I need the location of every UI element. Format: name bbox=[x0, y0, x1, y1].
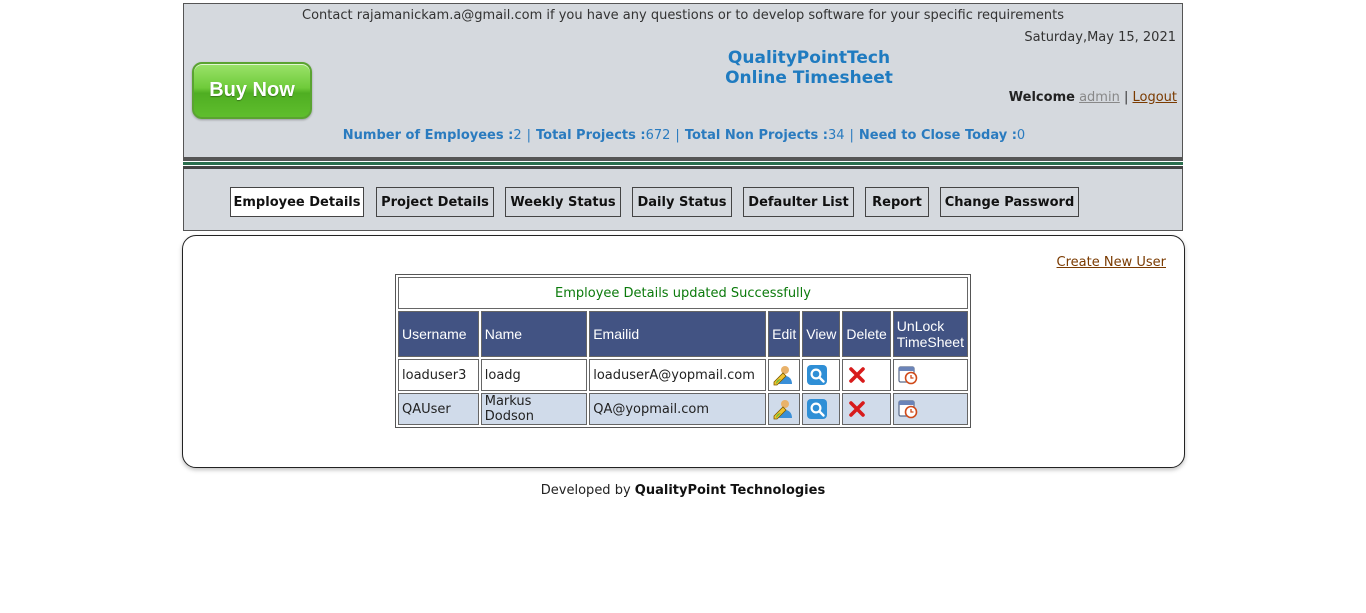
projects-label: Total Projects : bbox=[536, 128, 646, 143]
non-projects-count: 34 bbox=[827, 128, 845, 143]
cell-email: loaduserA@yopmail.com bbox=[589, 359, 767, 391]
tab-project-details[interactable]: Project Details bbox=[376, 187, 494, 217]
close-today-count: 0 bbox=[1016, 128, 1026, 143]
column-header-view: View bbox=[802, 311, 841, 357]
welcome-separator: | bbox=[1123, 90, 1129, 105]
column-header-username: Username bbox=[398, 311, 479, 357]
employees-count: 2 bbox=[513, 128, 522, 143]
red-x-delete-icon[interactable] bbox=[846, 398, 868, 420]
employees-label: Number of Employees : bbox=[342, 128, 514, 143]
unlock-cell bbox=[892, 359, 968, 391]
buy-now-button[interactable]: Buy Now bbox=[192, 62, 312, 119]
employee-table: Employee Details updated Successfully Us… bbox=[395, 274, 971, 428]
edit-cell bbox=[768, 393, 801, 425]
tab-change-password[interactable]: Change Password bbox=[940, 187, 1079, 217]
app-title-line1: QualityPointTech bbox=[727, 48, 891, 68]
welcome-label: Welcome bbox=[1008, 90, 1075, 105]
current-date: Saturday,May 15, 2021 bbox=[1024, 30, 1176, 45]
unlock-cell bbox=[892, 393, 968, 425]
delete-cell bbox=[842, 359, 891, 391]
edit-user-icon[interactable] bbox=[772, 398, 794, 420]
non-projects-label: Total Non Projects : bbox=[684, 128, 828, 143]
table-row: loaduser3 loadg loaduserA@yopmail.com bbox=[398, 359, 968, 391]
footer-company: QualityPoint Technologies bbox=[634, 483, 826, 498]
cell-username: loaduser3 bbox=[398, 359, 479, 391]
footer-prefix: Developed by bbox=[540, 483, 631, 498]
header-divider bbox=[183, 162, 1183, 165]
tab-employee-details[interactable]: Employee Details bbox=[230, 187, 364, 217]
cell-email: QA@yopmail.com bbox=[589, 393, 767, 425]
delete-cell bbox=[842, 393, 891, 425]
welcome-bar: Welcome admin | Logout bbox=[1009, 90, 1177, 105]
table-row: QAUser Markus Dodson QA@yopmail.com bbox=[398, 393, 968, 425]
cell-name: loadg bbox=[480, 359, 588, 391]
username-link[interactable]: admin bbox=[1079, 90, 1120, 105]
page-footer: Developed by QualityPoint Technologies bbox=[0, 483, 1366, 498]
stats-bar: Number of Employees :2 | Total Projects :6… bbox=[342, 128, 1026, 143]
column-header-emailid: Emailid bbox=[589, 311, 767, 357]
success-message: Employee Details updated Successfully bbox=[398, 277, 968, 309]
red-x-delete-icon[interactable] bbox=[846, 364, 868, 386]
column-header-delete: Delete bbox=[842, 311, 891, 357]
tab-weekly-status[interactable]: Weekly Status bbox=[505, 187, 621, 217]
content-panel: Create New User Employee Details updated… bbox=[182, 235, 1185, 468]
column-header-name: Name bbox=[480, 311, 588, 357]
edit-cell bbox=[768, 359, 801, 391]
column-header-edit: Edit bbox=[768, 311, 801, 357]
create-new-user-link[interactable]: Create New User bbox=[1057, 255, 1166, 270]
tab-report[interactable]: Report bbox=[865, 187, 929, 217]
header-divider bbox=[183, 158, 1183, 161]
app-title: QualityPointTech Online Timesheet bbox=[624, 48, 994, 88]
contact-text: Contact rajamanickam.a@gmail.com if you … bbox=[302, 8, 1064, 23]
app-title-line2: Online Timesheet bbox=[725, 68, 893, 88]
cell-username: QAUser bbox=[398, 393, 479, 425]
cell-name: Markus Dodson bbox=[480, 393, 588, 425]
column-header-unlock-timesheet: UnLock TimeSheet bbox=[892, 311, 968, 357]
edit-user-icon[interactable] bbox=[772, 364, 794, 386]
close-today-label: Need to Close Today : bbox=[858, 128, 1017, 143]
view-cell bbox=[802, 393, 841, 425]
projects-count: 672 bbox=[645, 128, 671, 143]
view-cell bbox=[802, 359, 841, 391]
magnifier-view-icon[interactable] bbox=[806, 364, 828, 386]
tab-daily-status[interactable]: Daily Status bbox=[632, 187, 732, 217]
calendar-clock-icon[interactable] bbox=[897, 364, 919, 386]
logout-link[interactable]: Logout bbox=[1132, 90, 1177, 105]
page-header: Contact rajamanickam.a@gmail.com if you … bbox=[183, 3, 1183, 158]
tab-defaulter-list[interactable]: Defaulter List bbox=[743, 187, 854, 217]
table-header-row: Username Name Emailid Edit View Delete U… bbox=[398, 311, 968, 357]
magnifier-view-icon[interactable] bbox=[806, 398, 828, 420]
calendar-clock-icon[interactable] bbox=[897, 398, 919, 420]
main-nav: Employee Details Project Details Weekly … bbox=[183, 169, 1183, 231]
